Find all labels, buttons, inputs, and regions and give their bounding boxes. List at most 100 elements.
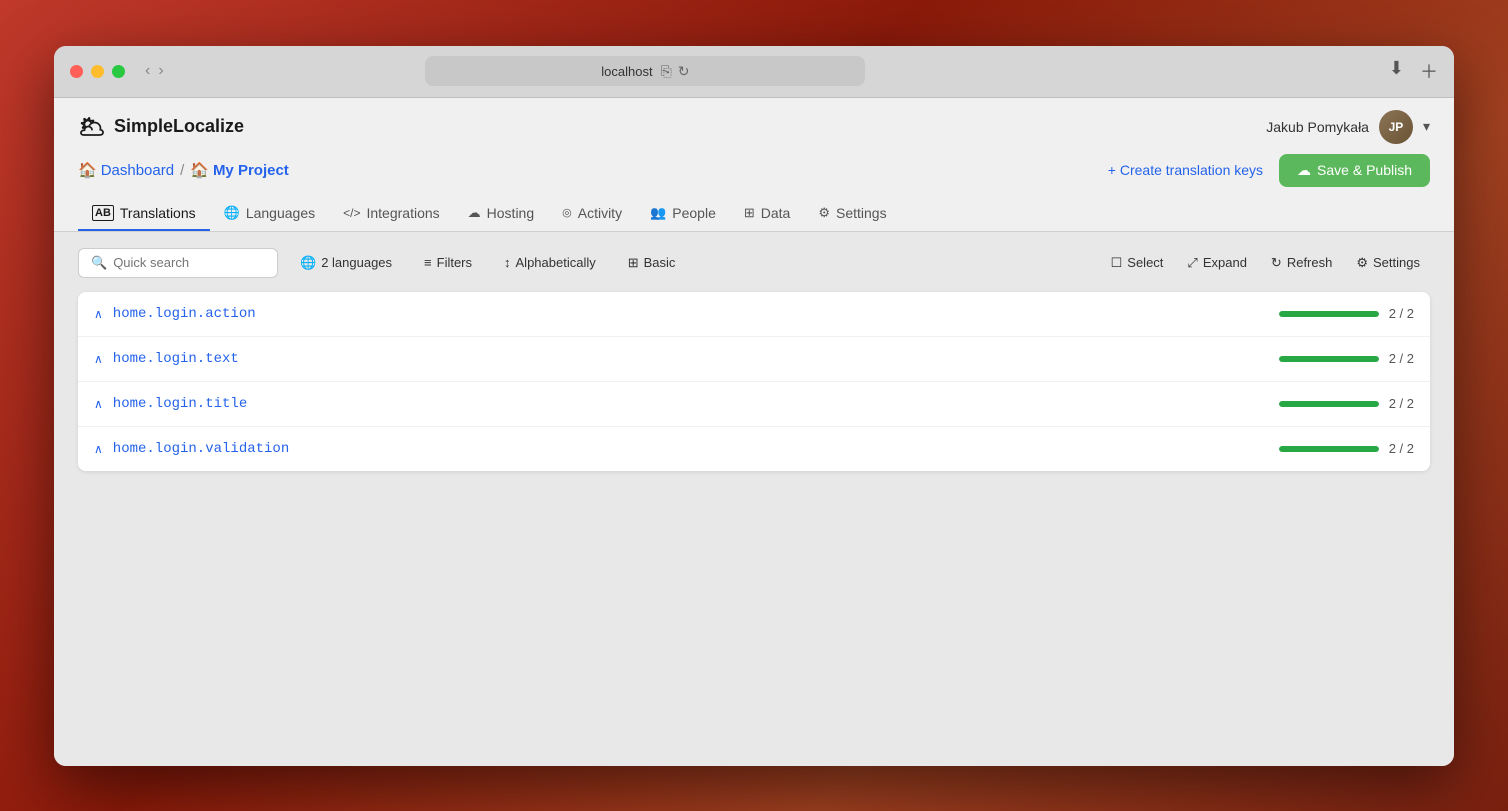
reload-icon[interactable]: ↻	[678, 63, 690, 80]
tab-activity[interactable]: ◎ Activity	[548, 197, 636, 231]
progress-count: 2 / 2	[1389, 306, 1414, 321]
progress-count: 2 / 2	[1389, 351, 1414, 366]
filter-icon: ≡	[424, 255, 432, 270]
expand-button[interactable]: ⤢ Expand	[1177, 249, 1257, 277]
create-keys-label: + Create translation keys	[1108, 162, 1263, 178]
nav-tabs: AB Translations 🌐 Languages </> Integrat…	[78, 197, 1430, 231]
logo-icon: 🌥	[78, 114, 106, 140]
checkbox-icon: ☐	[1111, 255, 1123, 271]
settings-button[interactable]: ⚙ Settings	[1346, 249, 1430, 277]
tab-people[interactable]: 👥 People	[636, 197, 730, 231]
activity-icon: ◎	[562, 206, 572, 219]
view-icon: ⊞	[628, 255, 639, 271]
refresh-button[interactable]: ↻ Refresh	[1261, 249, 1342, 277]
gear-icon: ⚙	[1356, 255, 1368, 271]
search-input[interactable]	[113, 255, 265, 270]
progress-bar	[1279, 446, 1379, 452]
languages-filter-button[interactable]: 🌐 2 languages	[290, 249, 402, 277]
refresh-icon: ↻	[1271, 255, 1282, 271]
tab-integrations[interactable]: </> Integrations	[329, 197, 454, 231]
toolbar: 🔍 🌐 2 languages ≡ Filters ↕ Alphabetical…	[78, 248, 1430, 278]
breadcrumb-row: 🏠 Dashboard / 🏠 My Project + Create tran…	[78, 154, 1430, 187]
search-icon: 🔍	[91, 255, 107, 271]
row-progress: 2 / 2	[1279, 441, 1414, 456]
select-button[interactable]: ☐ Select	[1101, 249, 1174, 277]
download-icon[interactable]: ⬇	[1389, 58, 1404, 84]
breadcrumb-separator: /	[180, 162, 184, 179]
url-bar[interactable]: localhost ⎘ ↻	[425, 56, 865, 86]
table-row[interactable]: ∧ home.login.text 2 / 2	[78, 337, 1430, 382]
progress-bar-fill	[1279, 446, 1379, 452]
app-logo: 🌥 SimpleLocalize	[78, 114, 244, 140]
breadcrumb: 🏠 Dashboard / 🏠 My Project	[78, 161, 289, 179]
url-icons: ⎘ ↻	[661, 63, 690, 80]
translation-key: home.login.validation	[113, 441, 1279, 457]
close-button[interactable]	[70, 65, 83, 78]
tab-translations-label: Translations	[120, 205, 196, 221]
progress-bar	[1279, 311, 1379, 317]
row-collapse-icon[interactable]: ∧	[94, 397, 103, 411]
row-collapse-icon[interactable]: ∧	[94, 442, 103, 456]
table-row[interactable]: ∧ home.login.title 2 / 2	[78, 382, 1430, 427]
save-publish-button[interactable]: ☁ Save & Publish	[1279, 154, 1430, 187]
project-breadcrumb[interactable]: 🏠 My Project	[190, 161, 289, 179]
view-button[interactable]: ⊞ Basic	[618, 249, 686, 277]
translation-key: home.login.text	[113, 351, 1279, 367]
titlebar-right-icons: ⬇ ＋	[1389, 58, 1438, 84]
tab-translations[interactable]: AB Translations	[78, 197, 210, 231]
translation-key: home.login.title	[113, 396, 1279, 412]
view-label: Basic	[644, 255, 676, 270]
row-progress: 2 / 2	[1279, 306, 1414, 321]
dashboard-label: Dashboard	[101, 162, 174, 179]
row-collapse-icon[interactable]: ∧	[94, 307, 103, 321]
forward-arrow-icon[interactable]: ›	[158, 62, 163, 80]
project-icon: 🏠	[190, 161, 209, 179]
table-row[interactable]: ∧ home.login.validation 2 / 2	[78, 427, 1430, 471]
row-collapse-icon[interactable]: ∧	[94, 352, 103, 366]
minimize-button[interactable]	[91, 65, 104, 78]
home-icon: 🏠	[78, 161, 97, 179]
row-progress: 2 / 2	[1279, 351, 1414, 366]
progress-bar-fill	[1279, 356, 1379, 362]
tab-data-label: Data	[761, 205, 791, 221]
filters-button[interactable]: ≡ Filters	[414, 249, 482, 276]
table-row[interactable]: ∧ home.login.action 2 / 2	[78, 292, 1430, 337]
cast-icon: ⎘	[661, 63, 672, 80]
progress-bar-fill	[1279, 401, 1379, 407]
tab-integrations-label: Integrations	[366, 205, 439, 221]
tab-hosting[interactable]: ☁ Hosting	[454, 197, 548, 231]
nav-arrows: ‹ ›	[145, 62, 164, 80]
tab-data[interactable]: ⊞ Data	[730, 197, 804, 231]
chevron-down-icon[interactable]: ▾	[1423, 118, 1430, 135]
tab-activity-label: Activity	[578, 205, 622, 221]
progress-count: 2 / 2	[1389, 441, 1414, 456]
progress-bar	[1279, 356, 1379, 362]
languages-icon: 🌐	[224, 205, 240, 221]
avatar: JP	[1379, 110, 1413, 144]
sort-button[interactable]: ↕ Alphabetically	[494, 249, 606, 276]
tab-people-label: People	[672, 205, 716, 221]
sort-icon: ↕	[504, 255, 511, 270]
back-arrow-icon[interactable]: ‹	[145, 62, 150, 80]
tab-settings[interactable]: ⚙ Settings	[804, 197, 900, 231]
search-box[interactable]: 🔍	[78, 248, 278, 278]
progress-bar	[1279, 401, 1379, 407]
globe-icon: 🌐	[300, 255, 316, 271]
people-icon: 👥	[650, 205, 666, 221]
progress-count: 2 / 2	[1389, 396, 1414, 411]
translation-table: ∧ home.login.action 2 / 2 ∧ home.login.t…	[78, 292, 1430, 471]
new-tab-icon[interactable]: ＋	[1420, 58, 1438, 84]
tab-settings-label: Settings	[836, 205, 887, 221]
create-translation-keys-link[interactable]: + Create translation keys	[1108, 162, 1263, 178]
header-actions: + Create translation keys ☁ Save & Publi…	[1108, 154, 1430, 187]
tab-languages-label: Languages	[246, 205, 315, 221]
app-header: 🌥 SimpleLocalize Jakub Pomykała JP ▾ 🏠 D…	[54, 98, 1454, 232]
row-progress: 2 / 2	[1279, 396, 1414, 411]
user-section[interactable]: Jakub Pomykała JP ▾	[1266, 110, 1430, 144]
data-icon: ⊞	[744, 205, 755, 221]
dashboard-link[interactable]: 🏠 Dashboard	[78, 161, 174, 179]
project-label: My Project	[213, 162, 289, 179]
maximize-button[interactable]	[112, 65, 125, 78]
tab-languages[interactable]: 🌐 Languages	[210, 197, 329, 231]
filters-label: Filters	[437, 255, 472, 270]
